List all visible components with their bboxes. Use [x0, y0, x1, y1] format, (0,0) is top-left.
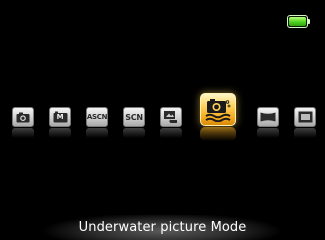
mode-blur-reduction-button[interactable]	[160, 107, 182, 127]
mode-asc-button[interactable]: ASCN	[86, 107, 108, 127]
scene-icon: SCN	[125, 112, 143, 122]
panorama-icon	[260, 112, 276, 122]
mode-frame-button[interactable]	[294, 107, 316, 127]
mode-scene-button[interactable]: SCN	[123, 107, 145, 127]
mode-manual-label: M	[56, 113, 64, 121]
mode-panorama-button[interactable]	[257, 107, 279, 127]
camera-screen: M ASCN SCN Underwater picture Mode	[0, 0, 325, 240]
camera-icon	[16, 112, 30, 123]
mode-caption: Underwater picture Mode	[0, 215, 325, 240]
mode-auto-button[interactable]	[12, 107, 34, 127]
mode-strip: M ASCN SCN	[0, 0, 325, 240]
underwater-camera-icon	[204, 97, 232, 122]
manual-mode-icon: M	[53, 111, 68, 123]
image-stabilizer-icon	[163, 110, 179, 124]
auto-scene-icon: ASCN	[86, 113, 108, 121]
mode-underwater-button[interactable]	[200, 93, 236, 126]
mode-manual-button[interactable]: M	[49, 107, 71, 127]
frame-icon	[298, 111, 313, 123]
